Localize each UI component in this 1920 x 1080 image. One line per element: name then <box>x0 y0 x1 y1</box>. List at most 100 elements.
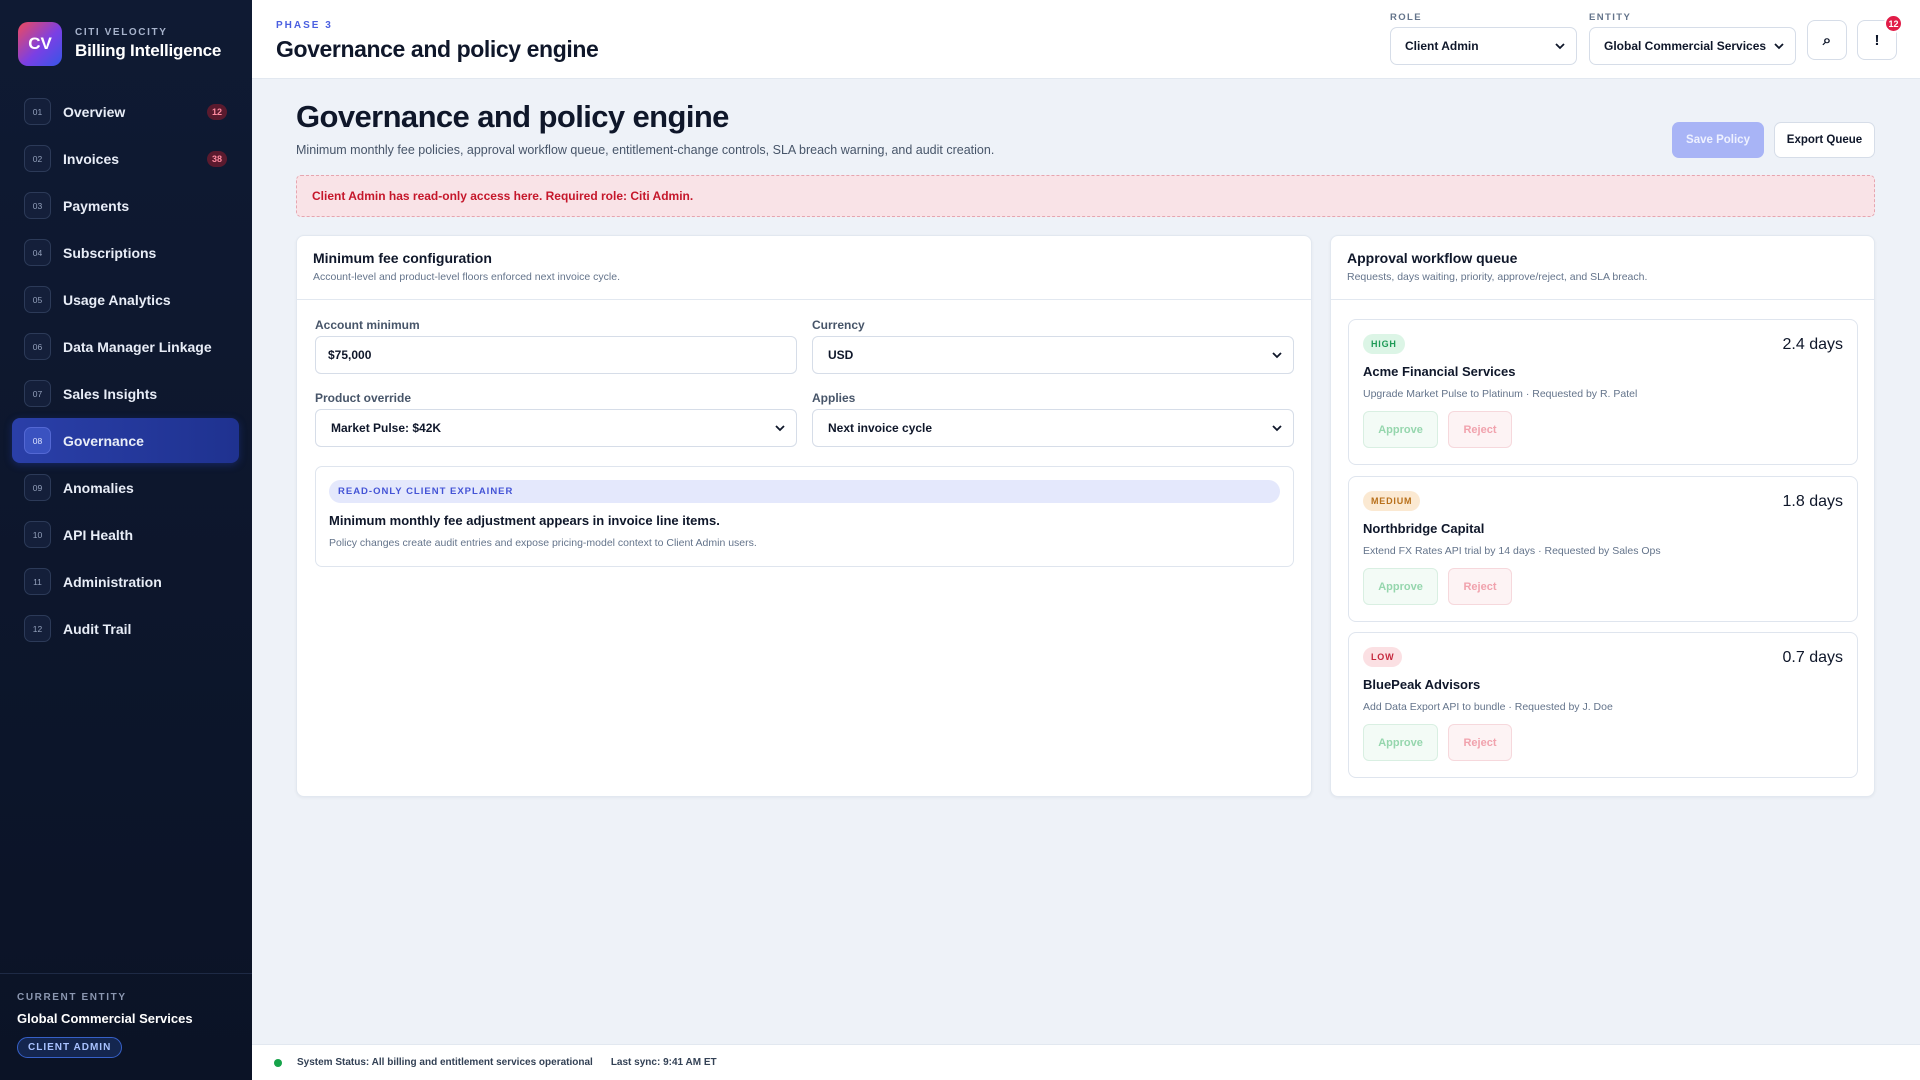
sidebar-item-administration[interactable]: 11 Administration <box>12 559 239 604</box>
role-select-value: Client Admin <box>1405 39 1479 53</box>
sidebar-item-governance[interactable]: 08 Governance <box>12 418 239 463</box>
search-icon: ⌕ <box>1822 31 1832 49</box>
nav-number: 01 <box>24 98 51 125</box>
approve-button[interactable]: Approve <box>1363 411 1438 448</box>
current-entity-name: Global Commercial Services <box>17 1011 193 1026</box>
account-minimum-label: Account minimum <box>315 318 420 332</box>
applies-label: Applies <box>812 391 856 405</box>
card-subtitle: Requests, days waiting, priority, approv… <box>1347 271 1648 283</box>
chevron-down-icon <box>775 425 785 432</box>
sidebar-item-label: Overview <box>63 103 126 120</box>
sidebar-item-label: Governance <box>63 432 144 449</box>
sidebar-item-overview[interactable]: 01 Overview 12 <box>12 89 239 134</box>
topbar: PHASE 3 Governance and policy engine ROL… <box>252 0 1920 79</box>
nav-number: 10 <box>24 521 51 548</box>
applies-select-value: Next invoice cycle <box>828 421 933 435</box>
sidebar-nav: 01 Overview 12 02 Invoices 38 03 Payment… <box>12 89 239 653</box>
status-dot-icon <box>274 1058 282 1067</box>
header-title: Governance and policy engine <box>276 36 599 62</box>
request-description: Add Data Export API to bundle · Requeste… <box>1363 701 1613 713</box>
card-header: Approval workflow queue Requests, days w… <box>1331 236 1874 300</box>
card-header: Minimum fee configuration Account-level … <box>297 236 1311 300</box>
sidebar-item-label: Audit Trail <box>63 620 132 637</box>
alert-icon: ! <box>1874 31 1880 49</box>
last-sync-text: Last sync: 9:41 AM ET <box>610 1057 717 1068</box>
queue-item: HIGH 2.4 days Acme Financial Services Up… <box>1348 319 1858 465</box>
role-select[interactable]: Client Admin <box>1390 27 1577 65</box>
sidebar-item-label: Administration <box>63 573 162 590</box>
reject-button[interactable]: Reject <box>1448 724 1512 761</box>
priority-badge: LOW <box>1363 647 1403 667</box>
sidebar-item-label: Usage Analytics <box>63 291 171 308</box>
sidebar-item-label: Invoices <box>63 150 120 167</box>
sidebar-item-usage-analytics[interactable]: 05 Usage Analytics <box>12 277 239 322</box>
nav-number: 07 <box>24 380 51 407</box>
applies-select[interactable]: Next invoice cycle <box>812 409 1294 447</box>
nav-number: 09 <box>24 474 51 501</box>
card-title: Minimum fee configuration <box>313 250 492 266</box>
entity-select-value: Global Commercial Services <box>1604 39 1767 53</box>
account-minimum-input[interactable]: $75,000 <box>315 336 797 374</box>
system-status-text: System Status: All billing and entitleme… <box>297 1057 593 1068</box>
request-description: Upgrade Market Pulse to Platinum · Reque… <box>1363 388 1638 400</box>
count-badge: 38 <box>206 150 227 167</box>
approve-button[interactable]: Approve <box>1363 724 1438 761</box>
search-button[interactable]: ⌕ <box>1807 20 1847 60</box>
export-queue-button[interactable]: Export Queue <box>1774 122 1875 158</box>
sidebar-item-label: API Health <box>63 526 134 543</box>
reject-button[interactable]: Reject <box>1448 568 1512 605</box>
approve-button[interactable]: Approve <box>1363 568 1438 605</box>
current-entity-label: CURRENT ENTITY <box>17 992 127 1003</box>
queue-item: LOW 0.7 days BluePeak Advisors Add Data … <box>1348 632 1858 778</box>
nav-number: 05 <box>24 286 51 313</box>
page-description: Minimum monthly fee policies, approval w… <box>296 143 995 157</box>
sidebar-item-subscriptions[interactable]: 04 Subscriptions <box>12 230 239 275</box>
explainer-title: Minimum monthly fee adjustment appears i… <box>329 513 720 528</box>
nav-number: 11 <box>24 568 51 595</box>
sidebar-item-sales-insights[interactable]: 07 Sales Insights <box>12 371 239 416</box>
sidebar-item-api-health[interactable]: 10 API Health <box>12 512 239 557</box>
days-waiting: 0.7 days <box>1782 649 1843 666</box>
status-bar: System Status: All billing and entitleme… <box>252 1044 1920 1080</box>
save-policy-button[interactable]: Save Policy <box>1672 122 1764 158</box>
brand[interactable]: CV CITI VELOCITY Billing Intelligence <box>18 22 221 66</box>
request-description: Extend FX Rates API trial by 14 days · R… <box>1363 545 1661 557</box>
sidebar-item-label: Subscriptions <box>63 244 157 261</box>
chevron-down-icon <box>1774 43 1784 50</box>
sidebar-item-payments[interactable]: 03 Payments <box>12 183 239 228</box>
current-entity-panel: CURRENT ENTITY Global Commercial Service… <box>0 973 252 1080</box>
role-badge: CLIENT ADMIN <box>17 1037 123 1058</box>
nav-number: 04 <box>24 239 51 266</box>
currency-select-value: USD <box>828 348 854 362</box>
nav-number: 06 <box>24 333 51 360</box>
days-waiting: 2.4 days <box>1782 336 1843 353</box>
main-content: Governance and policy engine Minimum mon… <box>252 79 1920 1044</box>
entity-select[interactable]: Global Commercial Services <box>1589 27 1796 65</box>
chevron-down-icon <box>1272 352 1282 359</box>
nav-number: 12 <box>24 615 51 642</box>
brand-logo: CV <box>18 22 62 66</box>
role-label: ROLE <box>1390 12 1422 23</box>
queue-item: MEDIUM 1.8 days Northbridge Capital Exte… <box>1348 476 1858 622</box>
sidebar-item-invoices[interactable]: 02 Invoices 38 <box>12 136 239 181</box>
sidebar-item-anomalies[interactable]: 09 Anomalies <box>12 465 239 510</box>
priority-badge: HIGH <box>1363 334 1405 354</box>
sidebar-item-label: Anomalies <box>63 479 134 496</box>
chevron-down-icon <box>1555 43 1565 50</box>
priority-badge: MEDIUM <box>1363 491 1421 511</box>
sidebar-item-label: Data Manager Linkage <box>63 338 212 355</box>
product-override-select[interactable]: Market Pulse: $42K <box>315 409 797 447</box>
reject-button[interactable]: Reject <box>1448 411 1512 448</box>
product-override-label: Product override <box>315 391 412 405</box>
currency-select[interactable]: USD <box>812 336 1294 374</box>
card-subtitle: Account-level and product-level floors e… <box>313 271 620 283</box>
client-explainer: READ-ONLY CLIENT EXPLAINER Minimum month… <box>315 466 1294 567</box>
approval-queue-card: Approval workflow queue Requests, days w… <box>1330 235 1875 797</box>
sidebar-item-label: Payments <box>63 197 130 214</box>
sidebar-item-audit-trail[interactable]: 12 Audit Trail <box>12 606 239 651</box>
currency-label: Currency <box>812 318 865 332</box>
nav-number: 03 <box>24 192 51 219</box>
days-waiting: 1.8 days <box>1782 493 1843 510</box>
notifications-button[interactable]: ! 12 <box>1857 14 1903 60</box>
sidebar-item-data-manager-linkage[interactable]: 06 Data Manager Linkage <box>12 324 239 369</box>
